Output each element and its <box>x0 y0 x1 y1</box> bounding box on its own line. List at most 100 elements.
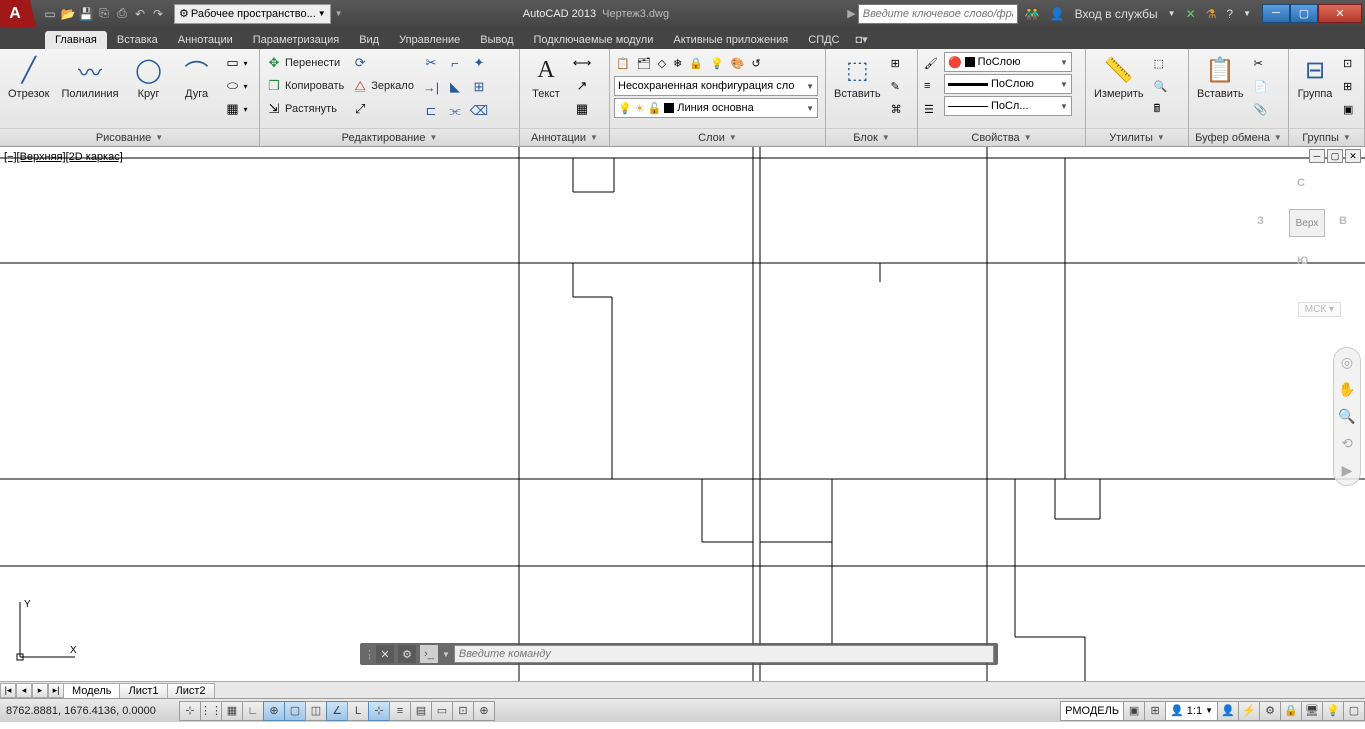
layer-current-combo[interactable]: 💡 ☀ 🔓 Линия основна▼ <box>614 98 818 118</box>
sb-tpy-icon[interactable]: ▤ <box>410 701 432 721</box>
table-button[interactable]: ▦ <box>572 98 592 120</box>
viewcube-e[interactable]: В <box>1339 215 1347 227</box>
dim-button[interactable]: ⟷ <box>572 52 592 74</box>
sb-lock-icon[interactable]: 🔒 <box>1280 701 1302 721</box>
lineweight-combo[interactable]: ПоСлою▼ <box>944 74 1072 94</box>
cmd-handle-icon[interactable]: ⋮ <box>364 648 372 661</box>
group-bbox-icon[interactable]: ▣ <box>1341 98 1355 120</box>
panel-draw-title[interactable]: Рисование▼ <box>0 128 259 146</box>
viewcube[interactable]: С Ю З В Верх <box>1257 177 1347 267</box>
app-menu-button[interactable]: A <box>0 0 30 27</box>
leader-button[interactable]: ↗ <box>572 75 592 97</box>
circle-button[interactable]: ◯Круг <box>127 52 171 102</box>
props-palette-icon[interactable]: ≡ <box>922 75 940 97</box>
measure-button[interactable]: 📏Измерить <box>1090 52 1148 102</box>
sb-polar-icon[interactable]: ⊕ <box>263 701 285 721</box>
command-input[interactable] <box>454 645 994 663</box>
sb-dyn-icon[interactable]: ⊹ <box>368 701 390 721</box>
wcs-dropdown[interactable]: МСК ▾ <box>1298 302 1341 317</box>
erase-icon[interactable]: ⌫ <box>468 100 490 122</box>
sb-annoauto-icon[interactable]: ⚡ <box>1238 701 1260 721</box>
viewcube-s[interactable]: Ю <box>1297 255 1308 267</box>
user-icon[interactable]: 👤 <box>1047 7 1068 21</box>
layer-freeze-icon[interactable]: ❄ <box>671 52 684 74</box>
sb-quickview-icon[interactable]: ⊞ <box>1144 701 1166 721</box>
panel-props-title[interactable]: Свойства▼ <box>918 128 1085 146</box>
annoscale-combo[interactable]: 👤1:1▼ <box>1165 701 1218 721</box>
sb-hardware-icon[interactable]: 🖥 <box>1301 701 1323 721</box>
clip-copy-icon[interactable]: 📄 <box>1252 75 1270 97</box>
join-icon[interactable]: ⫘ <box>444 100 466 122</box>
tab-insert[interactable]: Вставка <box>107 31 168 49</box>
sb-ducs-icon[interactable]: L <box>347 701 369 721</box>
panel-block-title[interactable]: Блок▼ <box>826 128 917 146</box>
props-list-icon[interactable]: ☰ <box>922 98 940 120</box>
linetype-combo[interactable]: ПоСл...▼ <box>944 96 1072 116</box>
trim-icon[interactable]: ✂ <box>420 52 442 74</box>
sb-isolate-icon[interactable]: 💡 <box>1322 701 1344 721</box>
qat-redo-icon[interactable]: ↷ <box>150 6 166 22</box>
rotate-button[interactable]: ⟳ <box>350 52 416 74</box>
panel-annot-title[interactable]: Аннотации▼ <box>520 128 609 146</box>
vp-close-icon[interactable]: ✕ <box>1345 149 1361 163</box>
qat-saveas-icon[interactable]: ⎘ <box>96 6 112 22</box>
layer-prev-icon[interactable]: ↺ <box>749 52 762 74</box>
array-icon[interactable]: ⊞ <box>468 76 490 98</box>
text-button[interactable]: AТекст <box>524 52 568 102</box>
coordinates-readout[interactable]: 8762.8881, 1676.4136, 0.0000 <box>0 705 180 717</box>
layer-iso-icon[interactable]: ◇ <box>656 52 668 74</box>
explode-icon[interactable]: ✦ <box>468 52 490 74</box>
layout-next-icon[interactable]: ▸ <box>32 683 48 698</box>
tab-home[interactable]: Главная <box>45 31 107 49</box>
qat-plot-icon[interactable]: ⎙ <box>114 6 130 22</box>
viewport-label[interactable]: [−][Верхняя][2D каркас] <box>4 151 123 163</box>
sb-lwt-icon[interactable]: ≡ <box>389 701 411 721</box>
layer-states-icon[interactable]: 🗂 <box>635 52 653 74</box>
qat-save-icon[interactable]: 💾 <box>78 6 94 22</box>
qat-undo-icon[interactable]: ↶ <box>132 6 148 22</box>
sb-clean-icon[interactable]: ▢ <box>1343 701 1365 721</box>
ellipse-button[interactable]: ⬭▾ <box>223 75 250 97</box>
panel-utils-title[interactable]: Утилиты▼ <box>1086 128 1188 146</box>
panel-edit-title[interactable]: Редактирование▼ <box>260 128 519 146</box>
viewcube-top-face[interactable]: Верх <box>1289 209 1325 237</box>
tab-active-apps[interactable]: Активные приложения <box>663 31 798 49</box>
sb-grid-icon[interactable]: ▦ <box>221 701 243 721</box>
group-edit-icon[interactable]: ⊞ <box>1341 75 1355 97</box>
tab-plugins[interactable]: Подключаемые модули <box>524 31 664 49</box>
viewcube-n[interactable]: С <box>1297 177 1305 189</box>
minimize-button[interactable]: ─ <box>1262 4 1290 23</box>
panel-layers-title[interactable]: Слои▼ <box>610 128 825 146</box>
panel-clip-title[interactable]: Буфер обмена▼ <box>1189 128 1288 146</box>
select-all-icon[interactable]: ⬚ <box>1152 52 1170 74</box>
layout-sheet2-tab[interactable]: Лист2 <box>167 683 215 698</box>
nav-pan-icon[interactable]: ✋ <box>1338 381 1355 398</box>
viewcube-w[interactable]: З <box>1257 215 1264 227</box>
help-icon[interactable]: ? <box>1223 7 1236 21</box>
sb-ortho-icon[interactable]: ∟ <box>242 701 264 721</box>
infocenter-icon[interactable]: 👬 <box>1022 7 1043 21</box>
drawing-area[interactable]: [−][Верхняя][2D каркас] ─ ▢ ✕ С Ю З В Ве… <box>0 147 1365 681</box>
sb-annovisb-icon[interactable]: 👤 <box>1217 701 1239 721</box>
extend-icon[interactable]: →| <box>420 76 442 98</box>
sb-infer-icon[interactable]: ⊹ <box>179 701 201 721</box>
arc-button[interactable]: ⌒Дуга <box>175 52 219 102</box>
tab-output[interactable]: Вывод <box>470 31 523 49</box>
maximize-button[interactable]: ▢ <box>1290 4 1318 23</box>
line-button[interactable]: ╱Отрезок <box>4 52 53 102</box>
signin-dd-icon[interactable]: ▼ <box>1165 9 1179 18</box>
create-block-icon[interactable]: ⊞ <box>889 52 904 74</box>
nav-orbit-icon[interactable]: ⟲ <box>1341 435 1353 452</box>
nav-zoom-icon[interactable]: 🔍 <box>1338 408 1355 425</box>
close-button[interactable]: ✕ <box>1318 4 1362 23</box>
rect-button[interactable]: ▭▾ <box>223 52 250 74</box>
layout-last-icon[interactable]: ▸| <box>48 683 64 698</box>
qat-more-icon[interactable]: ▼ <box>331 9 347 18</box>
layout-sheet1-tab[interactable]: Лист1 <box>119 683 167 698</box>
polyline-button[interactable]: 〰Полилиния <box>57 52 122 102</box>
layout-model-tab[interactable]: Модель <box>63 683 120 698</box>
sb-otrack-icon[interactable]: ∠ <box>326 701 348 721</box>
tab-annotate[interactable]: Аннотации <box>168 31 243 49</box>
color-combo[interactable]: 🔴ПоСлою▼ <box>944 52 1072 72</box>
help-dd-icon[interactable]: ▼ <box>1240 9 1254 18</box>
